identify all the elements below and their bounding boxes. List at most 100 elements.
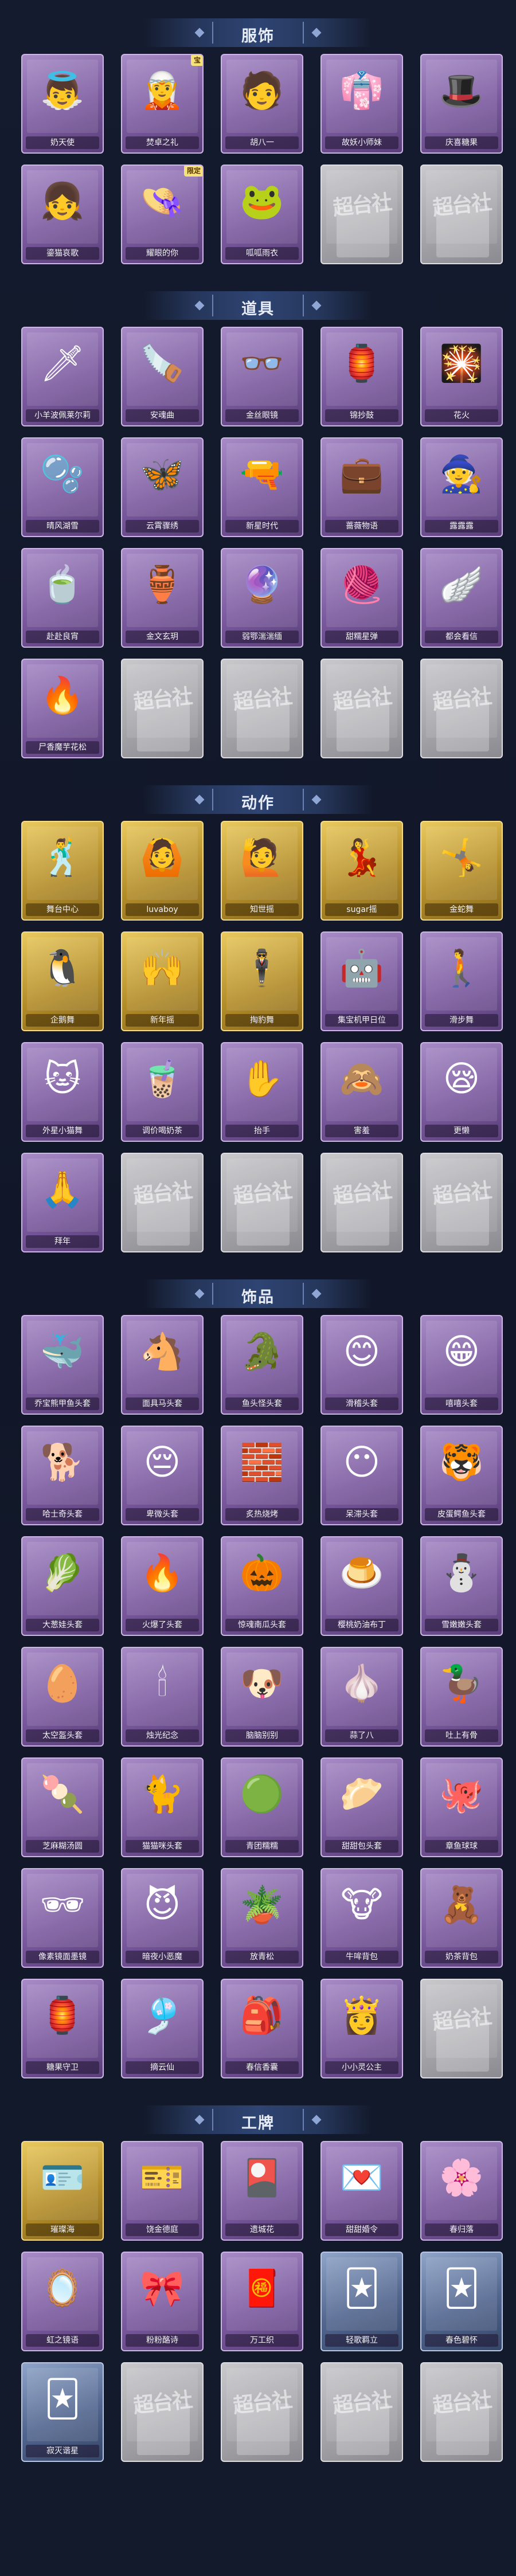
item-card[interactable]: 🃏 春色碧怀	[420, 2252, 503, 2351]
item-card[interactable]: 🧋 调价喝奶茶	[121, 1042, 204, 1142]
locked-item-card[interactable]: 超台社	[420, 2362, 503, 2462]
locked-item-card[interactable]: 超台社	[121, 659, 204, 758]
item-card[interactable]: 🏺 金文玄玥	[121, 548, 204, 648]
item-card[interactable]: 🐱 外星小猫舞	[21, 1042, 104, 1142]
item-card[interactable]: 🧝 焚卓之礼 宝	[121, 54, 204, 154]
item-card[interactable]: 🐸 呱呱雨衣	[221, 165, 303, 264]
item-card[interactable]: 🔮 弱鄂湍湍缅	[221, 548, 303, 648]
item-card[interactable]: ⛄ 雪嫩嫩头套	[420, 1536, 503, 1636]
locked-item-card[interactable]: 超台社	[320, 2362, 403, 2462]
item-card[interactable]: 🏮 糖果守卫	[21, 1979, 104, 2078]
item-card[interactable]: 🍡 芝麻糊汤圆	[21, 1757, 104, 1857]
item-card[interactable]: 🕶 像素镜面墨镜	[21, 1868, 104, 1968]
item-card[interactable]: 🐮 牛哞背包	[320, 1868, 403, 1968]
item-card[interactable]: 🟢 青团糯糯	[221, 1757, 303, 1857]
item-card[interactable]: 🥟 甜甜包头套	[320, 1757, 403, 1857]
item-card[interactable]: 👓 金丝眼镜	[221, 327, 303, 426]
locked-item-card[interactable]: 超台社	[121, 2362, 204, 2462]
item-card[interactable]: 🎐 摘云仙	[121, 1979, 204, 2078]
item-card[interactable]: 👸 小小灵公主	[320, 1979, 403, 2078]
item-card[interactable]: 🕯 烛光纪念	[121, 1647, 204, 1747]
item-card[interactable]: 🤖 集宝机甲日位	[320, 931, 403, 1031]
item-card[interactable]: 🐊 鱼头怪头套	[221, 1315, 303, 1415]
item-card[interactable]: 🥚 太空盔头套	[21, 1647, 104, 1747]
item-card[interactable]: 🎇 花火	[420, 327, 503, 426]
item-card[interactable]: 💌 甜甜婚令	[320, 2141, 403, 2241]
item-card[interactable]: 🐕 哈士奇头套	[21, 1426, 104, 1525]
item-card[interactable]: 🚶 滑步舞	[420, 931, 503, 1031]
item-card[interactable]: 👒 耀眼的你 限定	[121, 165, 204, 264]
item-card[interactable]: 🦋 云霄骤绣	[121, 437, 204, 537]
item-card[interactable]: 🧶 甜糯星弹	[320, 548, 403, 648]
item-card[interactable]: 👼 奶天使	[21, 54, 104, 154]
item-card[interactable]: 👘 故妖小师妹	[320, 54, 403, 154]
item-card[interactable]: 🕴 掏豹舞	[221, 931, 303, 1031]
item-card[interactable]: 🪪 璀璨海	[21, 2141, 104, 2241]
locked-item-card[interactable]: 超台社	[320, 1153, 403, 1252]
item-card[interactable]: 🫧 晴风湖雪	[21, 437, 104, 537]
item-card[interactable]: 🎀 粉粉酪诗	[121, 2252, 204, 2351]
item-card[interactable]: 🧙 露露露	[420, 437, 503, 537]
locked-item-card[interactable]: 超台社	[121, 1153, 204, 1252]
item-card[interactable]: 🔥 火爆了头套	[121, 1536, 204, 1636]
item-card[interactable]: 🗡 小羊波佩莱尔莉	[21, 327, 104, 426]
item-card[interactable]: 👧 鎏猫哀歌	[21, 165, 104, 264]
item-card[interactable]: 🔫 新星时代	[221, 437, 303, 537]
item-card[interactable]: 😁 嘻嘻头套	[420, 1315, 503, 1415]
item-card[interactable]: 🏮 锦抄鼓	[320, 327, 403, 426]
item-card[interactable]: 🕺 舞台中心	[21, 821, 104, 921]
item-card[interactable]: 🌸 春归落	[420, 2141, 503, 2241]
item-card[interactable]: 🧄 蒜了八	[320, 1647, 403, 1747]
locked-item-card[interactable]: 超台社	[420, 165, 503, 264]
item-card[interactable]: 🍵 赴赴良宵	[21, 548, 104, 648]
item-card[interactable]: 🙌 新年摇	[121, 931, 204, 1031]
item-card[interactable]: 🔥 尸香魔芋花松	[21, 659, 104, 758]
item-card[interactable]: 🎒 春信香囊	[221, 1979, 303, 2078]
item-card[interactable]: 🐶 脑脑别别	[221, 1647, 303, 1747]
item-card[interactable]: 🎩 庆喜糖果	[420, 54, 503, 154]
item-card[interactable]: 🙏 拜年	[21, 1153, 104, 1252]
item-card[interactable]: 🙆 luvaboy	[121, 821, 204, 921]
item-card[interactable]: 😊 滑稽头套	[320, 1315, 403, 1415]
locked-item-card[interactable]: 超台社	[320, 165, 403, 264]
locked-item-card[interactable]: 超台社	[221, 1153, 303, 1252]
item-card[interactable]: ✋ 抬手	[221, 1042, 303, 1142]
item-card[interactable]: 🧧 万工织	[221, 2252, 303, 2351]
item-card[interactable]: 🧱 炙热烧烤	[221, 1426, 303, 1525]
item-card[interactable]: 🐙 章鱼球球	[420, 1757, 503, 1857]
locked-item-card[interactable]: 超台社	[420, 1153, 503, 1252]
item-card[interactable]: 💃 sugar摇	[320, 821, 403, 921]
item-card[interactable]: 💼 蔷薇物语	[320, 437, 403, 537]
item-card[interactable]: 🎫 饶金德庭	[121, 2141, 204, 2241]
item-card[interactable]: 🐴 面具马头套	[121, 1315, 204, 1415]
item-card[interactable]: 🪞 虹之镜语	[21, 2252, 104, 2351]
item-card[interactable]: 🃏 寂灭谐星	[21, 2362, 104, 2462]
item-card[interactable]: 🍮 樱桃奶油布丁	[320, 1536, 403, 1636]
item-card[interactable]: 🙈 害羞	[320, 1042, 403, 1142]
item-card[interactable]: 🥬 大葱娃头套	[21, 1536, 104, 1636]
locked-item-card[interactable]: 超台社	[320, 659, 403, 758]
item-card[interactable]: 🎃 惊魂南瓜头套	[221, 1536, 303, 1636]
item-card[interactable]: 🧑 胡八一	[221, 54, 303, 154]
item-card[interactable]: 🎴 遗城花	[221, 2141, 303, 2241]
item-card[interactable]: 🐯 皮蛋鳄鱼头套	[420, 1426, 503, 1525]
item-card[interactable]: 🦆 吐上有骨	[420, 1647, 503, 1747]
item-card[interactable]: 🧸 奶茶背包	[420, 1868, 503, 1968]
item-card[interactable]: 🙋 知世摇	[221, 821, 303, 921]
item-card[interactable]: 🐧 企鹅舞	[21, 931, 104, 1031]
item-card[interactable]: 🃏 轻歌羁立	[320, 2252, 403, 2351]
item-card[interactable]: 🪴 放青松	[221, 1868, 303, 1968]
item-card[interactable]: 🪽 都会看信	[420, 548, 503, 648]
item-card[interactable]: 🤸 金蛇舞	[420, 821, 503, 921]
item-card[interactable]: 😪 更懒	[420, 1042, 503, 1142]
item-card[interactable]: 🐳 乔宝熊甲鱼头套	[21, 1315, 104, 1415]
locked-item-card[interactable]: 超台社	[221, 2362, 303, 2462]
item-card[interactable]: 🪚 安魂曲	[121, 327, 204, 426]
item-card[interactable]: 🐈 猫猫咪头套	[121, 1757, 204, 1857]
item-card[interactable]: 😔 卑微头套	[121, 1426, 204, 1525]
item-card[interactable]: 😶 呆滞头套	[320, 1426, 403, 1525]
locked-item-card[interactable]: 超台社	[420, 659, 503, 758]
locked-item-card[interactable]: 超台社	[420, 1979, 503, 2078]
locked-item-card[interactable]: 超台社	[221, 659, 303, 758]
item-card[interactable]: 😈 暗夜小恶魔	[121, 1868, 204, 1968]
